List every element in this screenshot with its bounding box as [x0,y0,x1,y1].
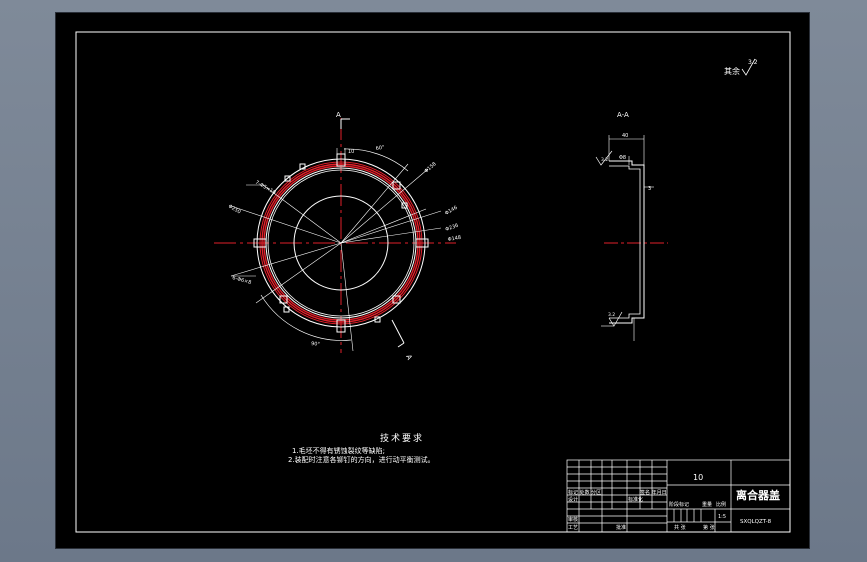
label-scale: 比例 [716,501,726,508]
title-quantity: 10 [693,473,703,482]
section-label: A-A [617,111,629,119]
title-scale: 1:5 [718,514,726,520]
technical-requirements: 技术要求 1.毛坯不得有锈蚀裂纹等缺陷; 2.装配时注意各铆钉的方向，进行动平衡… [288,432,435,464]
label-stage-mark: 阶段标记 [669,501,689,508]
dim-text: 90° [311,341,321,348]
cad-viewport[interactable]: 其余 3.2 A A 10 60° Φ158 Φ146 Φ236 Φ148 Φ2… [0,0,867,562]
dim-text: Φ158 [423,161,437,174]
dim-text: Φ236 [445,223,460,233]
section-dim-mid: 3 [648,186,651,192]
front-view: A A 10 60° Φ158 Φ146 Φ236 Φ148 Φ250 7-Φ5… [214,111,462,361]
dim-text: 60° [375,144,385,152]
dim-text: Φ146 [444,205,459,217]
requirements-title: 技术要求 [380,432,424,444]
section-roughness-bottom: 3.2 [608,312,615,318]
label-standardize: 标准化 [628,496,643,503]
label-signature-date: 签名 年月日 [640,489,667,496]
dim-text: 7-Φ5×10 [254,180,277,197]
section-view: A-A 40 Φ8 3 3.2 3.2 [595,111,668,341]
dim-text: Φ250 [227,204,242,216]
title-drawing-no: SXQLQZT-8 [740,519,772,525]
requirement-item: 1.毛坯不得有锈蚀裂纹等缺陷; [292,446,385,455]
label-approve: 批准 [616,524,626,531]
drawing-sheet: 其余 3.2 A A 10 60° Φ158 Φ146 Φ236 Φ148 Φ2… [56,13,809,548]
label-revision-row: 标记 处数 分区 [568,489,601,496]
dim-text: Φ148 [447,235,461,243]
label-sheets-total: 共 张 [674,524,686,531]
section-profile-inner [609,165,641,319]
label-designer: 设计 [568,496,578,503]
dim-text: 10 [348,149,354,155]
section-profile-outer [609,160,645,324]
requirement-item: 2.装配时注意各铆钉的方向，进行动平衡测试。 [288,455,435,464]
label-sheet-no: 第 张 [703,524,715,531]
section-roughness-top: 3.2 [601,157,608,163]
drawing-canvas: 其余 3.2 A A 10 60° Φ158 Φ146 Φ236 Φ148 Φ2… [75,31,791,533]
label-review: 审核 [568,516,578,523]
label-weight: 重量 [702,501,712,508]
label-process: 工艺 [568,525,578,531]
section-dim-left: Φ8 [619,155,626,161]
section-dim-top: 40 [622,133,628,139]
roughness-note-label: 其余 [724,66,740,76]
cut-label-bottom: A [404,353,413,361]
cut-label-top: A [336,111,341,119]
dim-text: 6-Φ6×8 [231,275,251,286]
title-part-name: 离合器盖 [736,488,780,502]
